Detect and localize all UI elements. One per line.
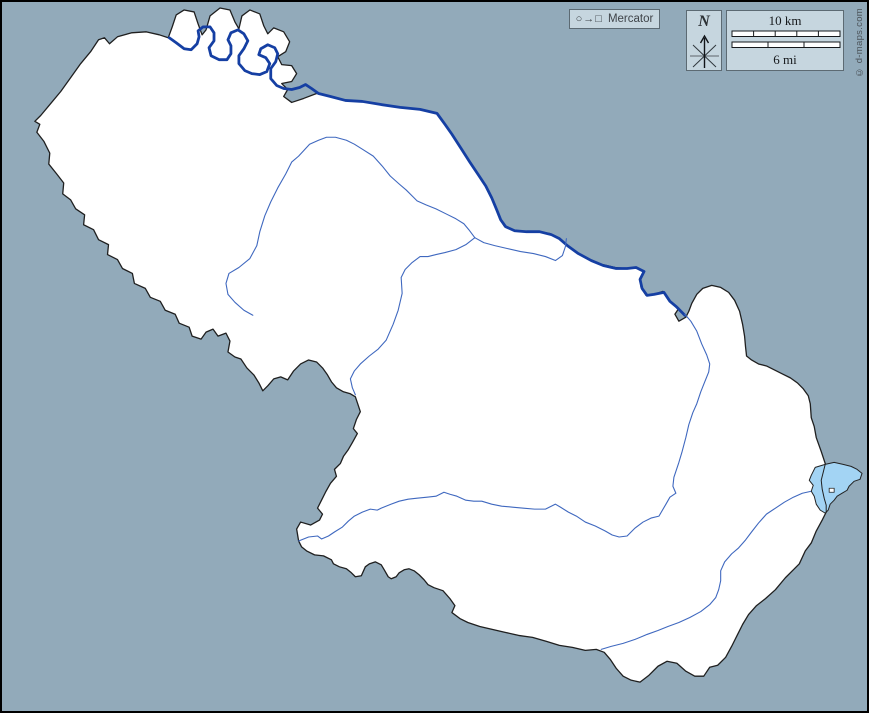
scale-bar-panel: 10 km 6 mi: [726, 10, 844, 71]
map-canvas: [2, 2, 867, 711]
north-label: N: [698, 13, 710, 30]
map-frame: ○→□ Mercator N 10 km 6 mi © d-maps.com: [0, 0, 869, 713]
lake-islet: [828, 487, 835, 493]
compass-panel: N: [686, 10, 722, 71]
north-arrow-icon: [689, 34, 719, 68]
projection-label: Mercator: [607, 13, 654, 25]
scale-mi-label: 6 mi: [773, 52, 797, 67]
copyright-text: © d-maps.com: [854, 8, 865, 78]
scale-km-label: 10 km: [768, 13, 802, 28]
scale-bars: [731, 30, 841, 48]
projection-symbols-icon: ○→□: [575, 13, 603, 25]
projection-legend: ○→□ Mercator: [569, 9, 660, 29]
